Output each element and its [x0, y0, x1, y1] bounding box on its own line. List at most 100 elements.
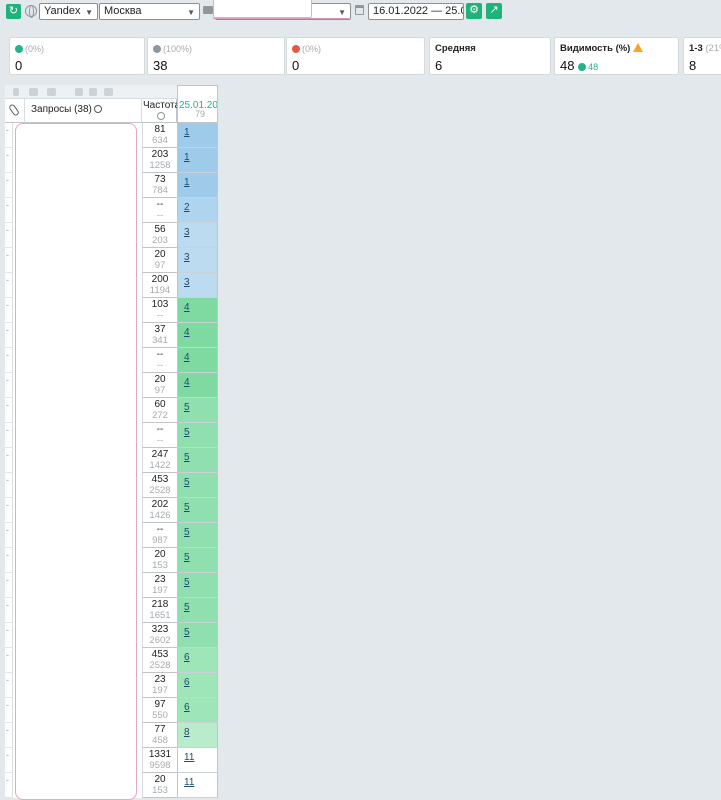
position-link[interactable]: 11 — [184, 752, 194, 763]
search-icon[interactable] — [93, 105, 102, 113]
row-checkbox[interactable]: - — [5, 748, 13, 773]
row-checkbox[interactable]: - — [5, 673, 13, 698]
export-button[interactable]: ↗ — [486, 3, 502, 19]
row-checkbox[interactable]: - — [5, 223, 13, 248]
position-cell[interactable]: 4 — [177, 348, 218, 373]
position-link[interactable]: 3 — [184, 252, 190, 263]
row-checkbox[interactable]: - — [5, 523, 13, 548]
row-checkbox[interactable]: - — [5, 723, 13, 748]
row-checkbox[interactable]: - — [5, 773, 13, 798]
position-cell[interactable]: 2 — [177, 198, 218, 223]
row-checkbox[interactable]: - — [5, 598, 13, 623]
position-link[interactable]: 11 — [184, 777, 194, 788]
position-cell[interactable]: 4 — [177, 323, 218, 348]
position-link[interactable]: 5 — [184, 477, 190, 488]
position-cell[interactable]: 5 — [177, 623, 218, 648]
position-cell[interactable]: 5 — [177, 548, 218, 573]
position-cell[interactable]: 3 — [177, 248, 218, 273]
region-select[interactable]: Москва ▼ — [99, 3, 200, 20]
position-cell[interactable]: 5 — [177, 523, 218, 548]
position-cell[interactable]: 4 — [177, 298, 218, 323]
position-cell[interactable]: 6 — [177, 648, 218, 673]
position-cell[interactable]: 6 — [177, 698, 218, 723]
position-cell[interactable]: 11 — [177, 773, 218, 798]
position-cell[interactable]: 3 — [177, 273, 218, 298]
position-link[interactable]: 3 — [184, 227, 190, 238]
position-link[interactable]: 3 — [184, 277, 190, 288]
position-link[interactable]: 5 — [184, 402, 190, 413]
position-link[interactable]: 5 — [184, 577, 190, 588]
attach-column-header[interactable] — [5, 99, 25, 123]
row-checkbox[interactable]: - — [5, 623, 13, 648]
position-link[interactable]: 1 — [184, 152, 190, 163]
position-cell[interactable]: 5 — [177, 448, 218, 473]
row-checkbox[interactable]: - — [5, 373, 13, 398]
row-checkbox[interactable]: - — [5, 573, 13, 598]
position-cell[interactable]: 4 — [177, 373, 218, 398]
row-checkbox[interactable]: - — [5, 648, 13, 673]
list-icon[interactable] — [75, 88, 83, 96]
position-cell[interactable]: 5 — [177, 598, 218, 623]
row-checkbox[interactable]: - — [5, 548, 13, 573]
position-link[interactable]: 4 — [184, 302, 190, 313]
settings-button[interactable]: ⚙ — [466, 3, 482, 19]
refresh-button[interactable]: ↻ — [6, 4, 21, 19]
position-link[interactable]: 5 — [184, 627, 190, 638]
folder-icon[interactable] — [104, 88, 113, 96]
position-cell[interactable]: 5 — [177, 473, 218, 498]
search-engine-select[interactable]: Yandex ▼ — [39, 3, 98, 20]
position-link[interactable]: 6 — [184, 702, 190, 713]
position-cell[interactable]: 1 — [177, 123, 218, 148]
position-cell[interactable]: 5 — [177, 573, 218, 598]
row-checkbox[interactable]: - — [5, 423, 13, 448]
row-checkbox[interactable]: - — [5, 148, 13, 173]
eye-icon[interactable] — [29, 88, 38, 96]
position-cell[interactable]: 1 — [177, 173, 218, 198]
position-link[interactable]: 5 — [184, 502, 190, 513]
position-link[interactable]: 5 — [184, 602, 190, 613]
position-cell[interactable]: 1 — [177, 148, 218, 173]
position-cell[interactable]: 6 — [177, 673, 218, 698]
position-cell[interactable]: 5 — [177, 398, 218, 423]
position-link[interactable]: 4 — [184, 352, 190, 363]
link-icon[interactable] — [47, 88, 56, 96]
position-link[interactable]: 6 — [184, 677, 190, 688]
row-checkbox[interactable]: - — [5, 348, 13, 373]
row-checkbox[interactable]: - — [5, 173, 13, 198]
frequency-broad: 153 — [152, 785, 168, 796]
position-link[interactable]: 4 — [184, 377, 190, 388]
position-link[interactable]: 1 — [184, 127, 190, 138]
frequency-column-header[interactable]: Частота — [142, 99, 180, 123]
queries-column-header[interactable]: Запросы (38) — [25, 99, 142, 123]
position-cell[interactable]: 8 — [177, 723, 218, 748]
row-checkbox[interactable]: - — [5, 448, 13, 473]
position-link[interactable]: 5 — [184, 427, 190, 438]
position-cell[interactable]: 3 — [177, 223, 218, 248]
globe-icon — [25, 5, 37, 18]
position-link[interactable]: 8 — [184, 727, 190, 738]
position-cell[interactable]: 11 — [177, 748, 218, 773]
row-checkbox[interactable]: - — [5, 398, 13, 423]
position-link[interactable]: 1 — [184, 177, 190, 188]
sort-icon[interactable] — [13, 88, 19, 96]
chart-icon[interactable] — [89, 88, 97, 96]
row-checkbox[interactable]: - — [5, 248, 13, 273]
row-checkbox[interactable]: - — [5, 298, 13, 323]
position-link[interactable]: 2 — [184, 202, 190, 213]
row-checkbox[interactable]: - — [5, 498, 13, 523]
position-cell[interactable]: 5 — [177, 498, 218, 523]
row-checkbox[interactable]: - — [5, 198, 13, 223]
position-link[interactable]: 4 — [184, 327, 190, 338]
position-link[interactable]: 5 — [184, 552, 190, 563]
row-checkbox[interactable]: - — [5, 273, 13, 298]
row-checkbox[interactable]: - — [5, 123, 13, 148]
date-range-input[interactable]: 16.01.2022 — 25.01.2022 — [368, 3, 464, 20]
position-link[interactable]: 6 — [184, 652, 190, 663]
row-checkbox[interactable]: - — [5, 473, 13, 498]
row-checkbox[interactable]: - — [5, 698, 13, 723]
position-cell[interactable]: 5 — [177, 423, 218, 448]
row-checkbox[interactable]: - — [5, 323, 13, 348]
position-link[interactable]: 5 — [184, 452, 190, 463]
date-column-header[interactable]: 25.01.2022 79 — [177, 85, 218, 123]
position-link[interactable]: 5 — [184, 527, 190, 538]
